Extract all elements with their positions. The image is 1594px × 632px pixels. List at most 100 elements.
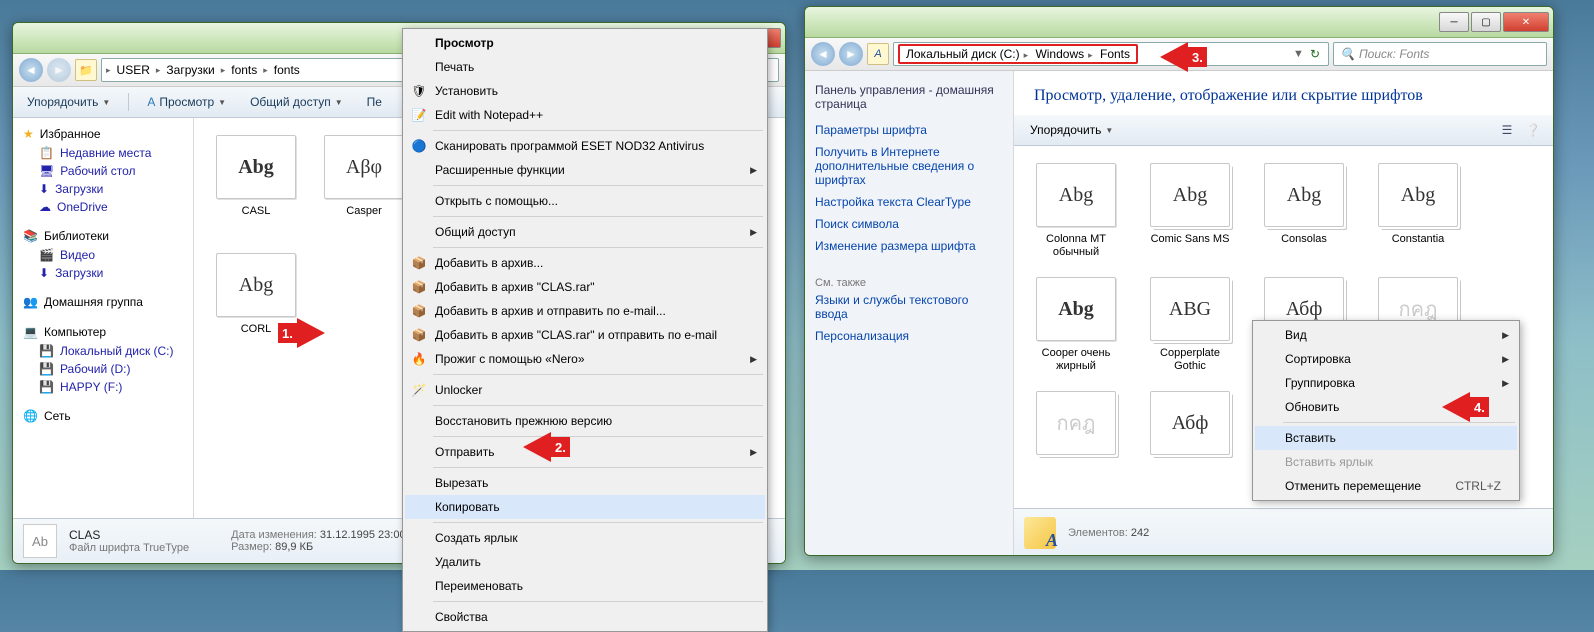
breadcrumb[interactable]: Локальный диск (C:)▸ Windows▸ Fonts ▼ ↻ <box>893 42 1329 66</box>
font-item[interactable]: Abg Colonna MT обычный <box>1026 158 1126 268</box>
sidebar-recent[interactable]: 📋Недавние места <box>13 144 193 162</box>
cp-link-personalization[interactable]: Персонализация <box>815 325 1003 347</box>
crumb-fonts[interactable]: Fonts <box>1096 45 1134 63</box>
font-item[interactable]: กคฎ <box>1026 386 1126 496</box>
menu-item[interactable]: Восстановить прежнюю версию <box>405 409 765 433</box>
font-item[interactable]: AbgConstantia <box>1368 158 1468 268</box>
status-thumb-icon: Ab <box>23 524 57 558</box>
menu-item[interactable]: Расширенные функции▶ <box>405 158 765 182</box>
font-item[interactable]: AbgConsolas <box>1254 158 1354 268</box>
menu-item[interactable]: Удалить <box>405 550 765 574</box>
menu-item[interactable]: Вырезать <box>405 471 765 495</box>
sidebar-onedrive[interactable]: ☁OneDrive <box>13 198 193 216</box>
menu-icon: 🪄 <box>411 382 427 398</box>
libraries-header[interactable]: 📚Библиотеки <box>13 226 193 246</box>
fonts-folder-icon <box>1024 517 1056 549</box>
font-label: Copperplate Gothic <box>1147 347 1233 373</box>
font-item[interactable]: ABG Copperplate Gothic <box>1140 272 1240 382</box>
organize-button[interactable]: Упорядочить▼ <box>1024 120 1119 140</box>
forward-button[interactable]: ► <box>839 42 863 66</box>
minimize-button[interactable]: ─ <box>1439 12 1469 32</box>
close-button[interactable]: ✕ <box>1503 12 1549 32</box>
sidebar-drive-c[interactable]: 💾Локальный диск (C:) <box>13 342 193 360</box>
crumb-c[interactable]: Локальный диск (C:) <box>902 45 1024 63</box>
menu-item[interactable]: Переименовать <box>405 574 765 598</box>
menu-item[interactable]: Edit with Notepad++📝 <box>405 103 765 127</box>
menu-item[interactable]: Добавить в архив "CLAS.rar"📦 <box>405 275 765 299</box>
refresh-icon[interactable]: ↻ <box>1306 47 1324 61</box>
network-header[interactable]: 🌐Сеть <box>13 406 193 426</box>
sidebar-drive-f[interactable]: 💾HAPPY (F:) <box>13 378 193 396</box>
cp-link-params[interactable]: Параметры шрифта <box>815 119 1003 141</box>
sidebar-downloads[interactable]: ⬇Загрузки <box>13 180 193 198</box>
menu-icon: 🛡 <box>411 83 427 99</box>
sidebar-downloads2[interactable]: ⬇Загрузки <box>13 264 193 282</box>
cp-link-charmap[interactable]: Поиск символа <box>815 213 1003 235</box>
font-file-Casper[interactable]: ΑβφCasper <box>314 130 414 240</box>
submenu-arrow-icon: ▶ <box>750 354 757 365</box>
font-thumb: ABG <box>1150 277 1230 341</box>
font-label: Colonna MT обычный <box>1033 233 1119 259</box>
menu-icon: 🔵 <box>411 138 427 154</box>
font-label: Constantia <box>1392 233 1445 246</box>
sidebar-videos[interactable]: 🎬Видео <box>13 246 193 264</box>
menu-item[interactable]: Прожиг с помощью «Nero»🔥▶ <box>405 347 765 371</box>
menu-item[interactable]: Добавить в архив и отправить по e-mail..… <box>405 299 765 323</box>
share-button[interactable]: Общий доступ▼ <box>244 92 349 112</box>
search-input[interactable]: 🔍 Поиск: Fonts <box>1333 42 1547 66</box>
menu-item[interactable]: Создать ярлык <box>405 526 765 550</box>
menu-item[interactable]: Открыть с помощью... <box>405 189 765 213</box>
menu-item[interactable]: Добавить в архив...📦 <box>405 251 765 275</box>
font-label: Comic Sans MS <box>1151 233 1230 246</box>
help-button[interactable]: ❔ <box>1523 120 1543 140</box>
font-thumb: กคฎ <box>1036 391 1116 455</box>
crumb-windows[interactable]: Windows <box>1031 45 1088 63</box>
sidebar-desktop[interactable]: 🖥Рабочий стол <box>13 162 193 180</box>
menu-item[interactable]: Отправить▶ <box>405 440 765 464</box>
cp-link-fontsize[interactable]: Изменение размера шрифта <box>815 235 1003 257</box>
cp-link-online[interactable]: Получить в Интернете дополнительные свед… <box>815 141 1003 191</box>
favorites-header[interactable]: ★Избранное <box>13 124 193 144</box>
homegroup-header[interactable]: 👥Домашняя группа <box>13 292 193 312</box>
crumb-user[interactable]: USER <box>113 61 154 79</box>
font-item[interactable]: AbgCooper очень жирный <box>1026 272 1126 382</box>
sidebar-drive-d[interactable]: 💾Рабочий (D:) <box>13 360 193 378</box>
menu-icon: 📦 <box>411 255 427 271</box>
menu-item[interactable]: Общий доступ▶ <box>405 220 765 244</box>
menu-item[interactable]: Просмотр <box>405 31 765 55</box>
menu-item[interactable]: Копировать <box>405 495 765 519</box>
menu-item[interactable]: Печать <box>405 55 765 79</box>
organize-button[interactable]: Упорядочить▼ <box>21 92 116 112</box>
font-item[interactable]: AbgComic Sans MS <box>1140 158 1240 268</box>
crumb-downloads[interactable]: Загрузки <box>162 61 218 79</box>
menu-item[interactable]: Сортировка▶ <box>1255 347 1517 371</box>
back-button[interactable]: ◄ <box>19 58 43 82</box>
back-button[interactable]: ◄ <box>811 42 835 66</box>
cp-home-link[interactable]: Панель управления - домашняя страница <box>815 83 1003 111</box>
menu-item[interactable]: Вид▶ <box>1255 323 1517 347</box>
crumb-fonts1[interactable]: fonts <box>227 61 261 79</box>
cp-link-cleartype[interactable]: Настройка текста ClearType <box>815 191 1003 213</box>
font-label: Casper <box>346 205 381 218</box>
menu-item[interactable]: Свойства <box>405 605 765 629</box>
maximize-button[interactable]: ▢ <box>1471 12 1501 32</box>
computer-header[interactable]: 💻Компьютер <box>13 322 193 342</box>
font-label: CORL <box>241 323 272 336</box>
submenu-arrow-icon: ▶ <box>1502 330 1509 341</box>
view-button[interactable]: ☰ <box>1497 120 1517 140</box>
menu-item[interactable]: Добавить в архив "CLAS.rar" и отправить … <box>405 323 765 347</box>
menu-item[interactable]: Отменить перемещениеCTRL+Z <box>1255 474 1517 498</box>
crumb-fonts2[interactable]: fonts <box>270 61 304 79</box>
menu-item[interactable]: Вставить <box>1255 426 1517 450</box>
forward-button[interactable]: ► <box>47 58 71 82</box>
menu-item[interactable]: Unlocker🪄 <box>405 378 765 402</box>
menu-item[interactable]: Сканировать программой ESET NOD32 Antivi… <box>405 134 765 158</box>
menu-item[interactable]: Установить🛡 <box>405 79 765 103</box>
print-button[interactable]: Пе <box>361 92 393 112</box>
preview-button[interactable]: AПросмотр▼ <box>141 92 232 112</box>
font-item[interactable]: Абф <box>1140 386 1240 496</box>
statusbar: Элементов: 242 <box>1014 508 1553 556</box>
cp-link-lang[interactable]: Языки и службы текстового ввода <box>815 289 1003 325</box>
font-file-CASL[interactable]: AbgCASL <box>206 130 306 240</box>
font-thumb: Abg <box>1036 163 1116 227</box>
